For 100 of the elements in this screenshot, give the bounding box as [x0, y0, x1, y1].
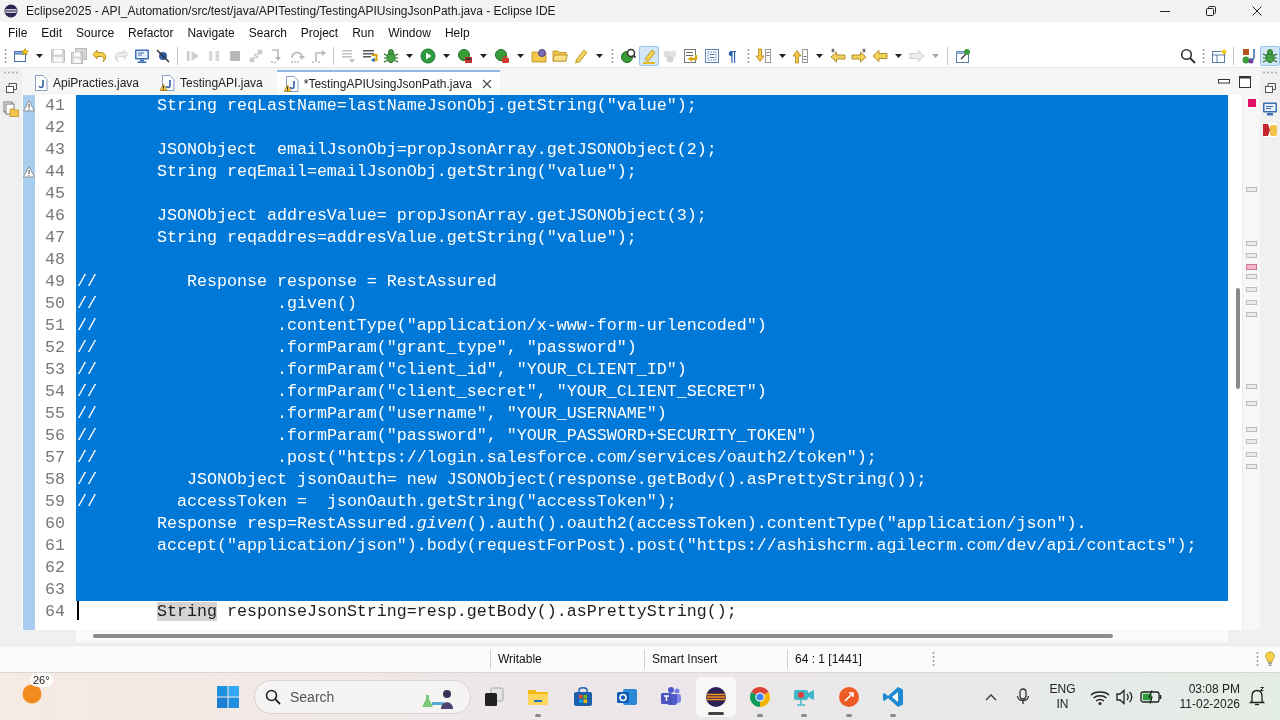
split-tile-icon[interactable]: [1262, 122, 1278, 138]
four-squares-icon[interactable]: [216, 684, 240, 709]
restore-icon[interactable]: [5, 83, 17, 93]
line-number: 49: [45, 272, 65, 291]
restore-icon[interactable]: [1206, 6, 1216, 16]
horizontal-scrollbar[interactable]: [76, 630, 1228, 642]
overlapping-squares-icon[interactable]: [482, 684, 507, 709]
down-arrow-page-icon[interactable]: [755, 47, 772, 64]
up-arrow-page-icon[interactable]: [792, 47, 809, 64]
clock-date[interactable]: 11-02-2026: [1179, 696, 1240, 712]
caret-icon[interactable]: [479, 53, 487, 58]
caret-icon[interactable]: [35, 53, 43, 58]
crossed-dot-icon[interactable]: [154, 47, 171, 64]
grip-icon[interactable]: [932, 651, 935, 667]
search-icon[interactable]: [1179, 47, 1196, 64]
language-label[interactable]: ENG: [1049, 681, 1076, 697]
line-number: 63: [45, 580, 65, 599]
play-circle-icon[interactable]: [419, 47, 436, 64]
grip-icon[interactable]: [1256, 651, 1259, 667]
microphone-icon[interactable]: [1015, 688, 1032, 705]
close-icon[interactable]: [481, 78, 492, 89]
ball-magnifier-icon[interactable]: [619, 47, 636, 64]
grip-icon[interactable]: [610, 47, 614, 64]
line-number: 42: [45, 118, 65, 137]
maximize-icon[interactable]: [1239, 75, 1251, 88]
menu-item[interactable]: Navigate: [180, 22, 242, 44]
grip-icon[interactable]: [3, 71, 19, 74]
search-bar[interactable]: Search: [254, 679, 471, 714]
search-input[interactable]: Search: [290, 688, 410, 705]
caret-icon[interactable]: [516, 53, 524, 58]
code-text: Response resp=RestAssured.given().auth().oauth2(accessToken).contentType("application/json").: [156, 514, 1087, 533]
wifi-icon[interactable]: [1089, 688, 1110, 705]
grip-icon[interactable]: [1262, 71, 1278, 74]
clock-time[interactable]: 03:08 PM: [1188, 681, 1240, 697]
editor-tab[interactable]: TestingAPI.java: [153, 70, 273, 95]
window-title: Eclipse2025 - API_Automation/src/test/java/APITesting/TestingAPIUsingJsonPath.java - Eclipse IDE: [26, 4, 557, 18]
caret-icon[interactable]: [815, 53, 823, 58]
pen-icon[interactable]: [572, 47, 589, 64]
minimize-icon[interactable]: [1218, 79, 1230, 84]
segmented-circle-icon[interactable]: [747, 684, 772, 709]
search-icon: [265, 688, 281, 705]
menu-item[interactable]: Source: [69, 22, 122, 44]
close-icon[interactable]: [1252, 6, 1262, 16]
line-number: 55: [45, 404, 65, 423]
bell-icon[interactable]: [1248, 687, 1266, 706]
left-arrow-star-icon[interactable]: [829, 47, 846, 64]
grip-icon[interactable]: [1201, 47, 1205, 64]
caret-icon[interactable]: [405, 53, 413, 58]
menu-item[interactable]: File: [1, 22, 35, 44]
line-number: 58: [45, 470, 65, 489]
editor-tab[interactable]: *TestingAPIUsingJsonPath.java: [276, 70, 500, 95]
ball-case-icon[interactable]: [493, 47, 510, 64]
light-bulb-icon[interactable]: [1264, 651, 1276, 667]
lines-hook-icon[interactable]: [361, 47, 378, 64]
page-frame-icon[interactable]: [703, 47, 720, 64]
menu-item[interactable]: Window: [381, 22, 438, 44]
minimize-icon[interactable]: [1160, 10, 1170, 12]
speaker-icon[interactable]: [1115, 687, 1134, 706]
restore-icon[interactable]: [1264, 83, 1276, 93]
code-text: // Response response = RestAssured: [77, 272, 497, 291]
caret-icon[interactable]: [894, 53, 902, 58]
caret-icon[interactable]: [595, 53, 603, 58]
editor-tab[interactable]: ApiPracties.java: [26, 70, 150, 95]
bug-icon[interactable]: [1259, 45, 1280, 66]
menu-item[interactable]: Search: [241, 22, 294, 44]
grip-icon[interactable]: [746, 47, 750, 64]
line-number: 59: [45, 492, 65, 511]
battery-charging-icon[interactable]: [1139, 688, 1162, 705]
ribbon-icon[interactable]: [880, 684, 905, 709]
pages-folder-icon[interactable]: [3, 101, 19, 117]
window-pin-icon[interactable]: [954, 47, 971, 64]
grip-icon[interactable]: [3, 47, 7, 64]
region-label[interactable]: IN: [1056, 696, 1069, 712]
bug-icon[interactable]: [382, 47, 399, 64]
sun-icon[interactable]: [22, 683, 42, 704]
menu-item[interactable]: Project: [293, 22, 346, 44]
monitor-icon[interactable]: [1262, 101, 1278, 117]
monitor-icon[interactable]: [133, 47, 150, 64]
menu-item[interactable]: Help: [437, 22, 477, 44]
caret-icon[interactable]: [442, 53, 450, 58]
line-number: 54: [45, 382, 65, 401]
line-number: 60: [45, 514, 65, 533]
striped-circle-icon: [4, 4, 18, 18]
right-arrow-star-icon[interactable]: [850, 47, 867, 64]
menu-item[interactable]: Edit: [34, 22, 70, 44]
menu-item[interactable]: Refactor: [121, 22, 181, 44]
blocks-balls-icon[interactable]: [1240, 47, 1257, 64]
menu-item[interactable]: Run: [345, 22, 382, 44]
left-arrow-icon[interactable]: [871, 47, 888, 64]
code-text: // .formParam("password", "YOUR_PASSWORD+SECURITY_TOKEN"): [77, 426, 817, 445]
code-text: accept("application/json").body(requestForPost).post("https://ashishcrm.agilecrm.com/dev/api/contacts");: [156, 536, 1197, 555]
caret-icon[interactable]: [778, 53, 786, 58]
ball-tile-icon[interactable]: [456, 47, 473, 64]
code-text: // .post("https://login.salesforce.com/services/oauth2/token");: [77, 448, 877, 467]
code-text: // .contentType("application/x-www-form-urlencoded"): [77, 316, 767, 335]
code-text: // JSONObject jsonOauth= new JSONObject(response.getBody().asPrettyString());: [77, 470, 927, 489]
cursor-position-label: 64 : 1 [1441]: [795, 652, 862, 666]
folder-ball-icon[interactable]: [530, 47, 547, 64]
undo-icon[interactable]: [91, 47, 108, 64]
pilcrow-button[interactable]: ¶: [728, 47, 737, 64]
